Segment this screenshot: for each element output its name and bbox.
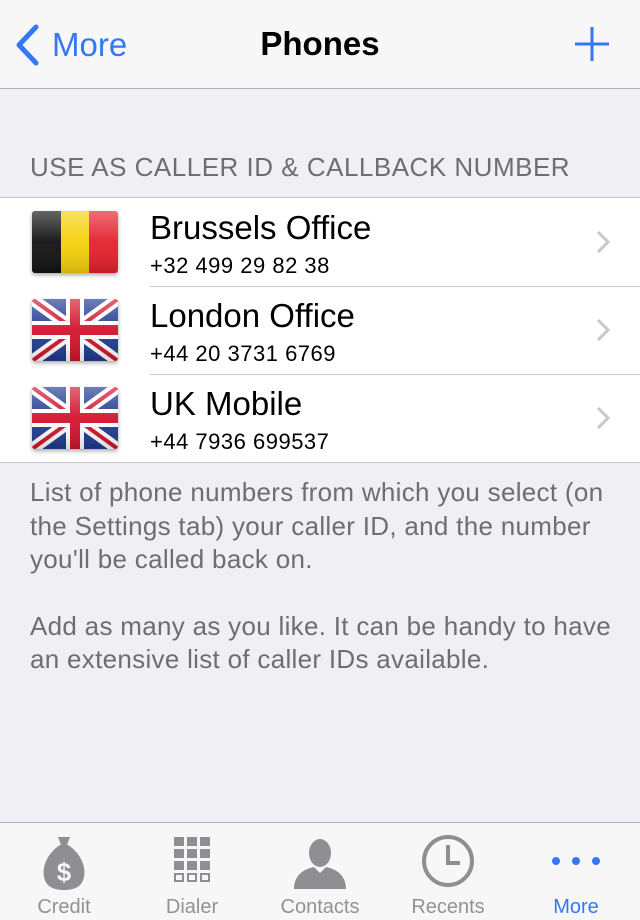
svg-text:$: $: [57, 857, 72, 887]
phone-row-london[interactable]: London Office +44 20 3731 6769: [0, 286, 640, 374]
phone-row-uk-mobile[interactable]: UK Mobile +44 7936 699537: [0, 374, 640, 462]
footer-paragraph: List of phone numbers from which you sel…: [30, 477, 604, 574]
section-header: USE AS CALLER ID & CALLBACK NUMBER: [30, 152, 571, 182]
phone-number: +44 20 3731 6769: [150, 341, 337, 366]
tab-credit[interactable]: $ Credit: [0, 823, 128, 920]
phone-number: +44 7936 699537: [150, 429, 330, 454]
section-footer: List of phone numbers from which you sel…: [30, 476, 620, 677]
chevron-right-icon: [596, 318, 610, 342]
footer-paragraph: Add as many as you like. It can be handy…: [30, 610, 611, 675]
navigation-bar: More Phones: [0, 0, 640, 89]
tab-recents[interactable]: Recents: [384, 823, 512, 920]
chevron-right-icon: [596, 230, 610, 254]
add-phone-button[interactable]: [574, 26, 610, 62]
tab-contacts[interactable]: Contacts: [256, 823, 384, 920]
uk-flag-icon: [32, 387, 118, 449]
person-icon: [290, 833, 350, 893]
tab-bar: $ Credit Dialer Contacts Recents More: [0, 822, 640, 920]
uk-flag-icon: [32, 299, 118, 361]
clock-icon: [418, 833, 478, 893]
phone-number: +32 499 29 82 38: [150, 253, 330, 278]
plus-icon: [575, 27, 609, 61]
tab-label: Recents: [411, 896, 485, 918]
keypad-icon: [162, 833, 222, 893]
belgium-flag-icon: [32, 211, 118, 273]
money-bag-icon: $: [34, 833, 94, 893]
tab-dialer[interactable]: Dialer: [128, 823, 256, 920]
tab-label: Contacts: [280, 896, 360, 918]
phone-name: Brussels Office: [150, 209, 372, 246]
phone-name: UK Mobile: [150, 385, 303, 422]
phone-name: London Office: [150, 297, 355, 334]
page-title: Phones: [260, 25, 380, 62]
tab-more[interactable]: More: [512, 823, 640, 920]
phone-list: Brussels Office +32 499 29 82 38 London …: [0, 197, 640, 463]
more-dots-icon: [546, 833, 606, 893]
chevron-right-icon: [596, 406, 610, 430]
tab-label: More: [553, 896, 599, 918]
tab-label: Dialer: [165, 896, 219, 918]
tab-label: Credit: [37, 896, 91, 918]
phone-row-brussels[interactable]: Brussels Office +32 499 29 82 38: [0, 198, 640, 286]
